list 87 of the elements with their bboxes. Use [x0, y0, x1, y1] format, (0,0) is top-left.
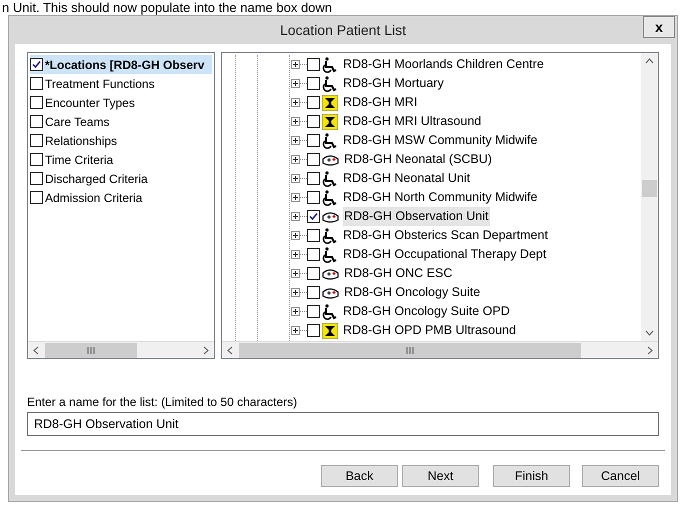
- tree-item[interactable]: RD8-GH Obsterics Scan Department: [342, 226, 549, 245]
- criteria-item[interactable]: Treatment Functions: [30, 74, 212, 93]
- tree-item[interactable]: RD8-GH Observation Unit: [343, 207, 490, 226]
- checkbox[interactable]: [307, 191, 320, 204]
- wheelchair-icon: [322, 170, 338, 186]
- expand-icon[interactable]: [291, 136, 300, 145]
- expand-icon[interactable]: [291, 307, 300, 316]
- checkbox[interactable]: [30, 191, 43, 204]
- checkbox[interactable]: [307, 96, 320, 109]
- criteria-item[interactable]: Time Criteria: [30, 150, 212, 169]
- expand-icon[interactable]: [291, 231, 300, 240]
- checkbox[interactable]: [307, 210, 320, 223]
- criteria-item[interactable]: Discharged Criteria: [30, 169, 212, 188]
- tree-item[interactable]: RD8-GH Oncology Suite OPD: [342, 302, 511, 321]
- document-text: n Unit. This should now populate into the name box down: [2, 0, 332, 15]
- expand-icon[interactable]: [291, 117, 300, 126]
- scrollbar-thumb[interactable]: [642, 180, 657, 197]
- tree-item[interactable]: RD8-GH Occupational Therapy Dept: [342, 245, 548, 264]
- dialog-button[interactable]: Back: [321, 465, 398, 487]
- checkbox[interactable]: [307, 248, 320, 261]
- expand-icon[interactable]: [291, 326, 300, 335]
- checkbox[interactable]: [30, 115, 43, 128]
- checkbox[interactable]: [307, 172, 320, 185]
- radiation-icon: [322, 322, 338, 338]
- horizontal-scrollbar[interactable]: [222, 341, 658, 358]
- tree-item[interactable]: RD8-GH Mortuary: [342, 74, 445, 93]
- expand-icon[interactable]: [291, 288, 300, 297]
- checkbox[interactable]: [307, 305, 320, 318]
- expand-icon[interactable]: [291, 98, 300, 107]
- wheelchair-icon: [322, 132, 338, 148]
- radiation-icon: [322, 94, 338, 110]
- tree-item[interactable]: RD8-GH MRI: [342, 93, 418, 112]
- checkbox[interactable]: [30, 153, 43, 166]
- expand-icon[interactable]: [291, 174, 300, 183]
- tree-item[interactable]: RD8-GH Oncology Suite: [343, 283, 482, 302]
- expand-icon[interactable]: [291, 250, 300, 259]
- checkbox[interactable]: [307, 134, 320, 147]
- expand-icon[interactable]: [291, 193, 300, 202]
- checkbox[interactable]: [307, 77, 320, 90]
- tree-item[interactable]: RD8-GH Moorlands Children Centre: [342, 55, 545, 74]
- tree-item[interactable]: RD8-GH MRI Ultrasound: [342, 112, 482, 131]
- wheelchair-icon: [322, 246, 338, 262]
- tree-item[interactable]: RD8-GH Neonatal (SCBU): [343, 150, 493, 169]
- expand-icon[interactable]: [291, 269, 300, 278]
- dialog-button[interactable]: Cancel: [582, 465, 659, 487]
- radiation-icon: [322, 114, 338, 130]
- checkbox[interactable]: [307, 324, 320, 337]
- expand-icon[interactable]: [291, 60, 300, 69]
- tree-item[interactable]: RD8-GH Neonatal Unit: [342, 169, 472, 188]
- vertical-scrollbar[interactable]: [641, 53, 658, 341]
- tree-item[interactable]: RD8-GH OPD PMB Ultrasound: [342, 321, 517, 340]
- scrollbar-thumb[interactable]: [45, 342, 137, 358]
- wheelchair-icon: [322, 76, 338, 92]
- criteria-item[interactable]: Care Teams: [30, 112, 212, 131]
- expand-icon[interactable]: [291, 155, 300, 164]
- window-title: Location Patient List: [280, 20, 406, 40]
- checkbox[interactable]: [307, 58, 320, 71]
- checkbox[interactable]: [30, 172, 43, 185]
- expand-icon[interactable]: [291, 79, 300, 88]
- scrollbar-thumb[interactable]: [239, 342, 581, 358]
- close-button[interactable]: x: [643, 16, 675, 38]
- name-field-label: Enter a name for the list: (Limited to 50 characters): [27, 394, 298, 411]
- dialog-button[interactable]: Finish: [493, 465, 570, 487]
- checkbox[interactable]: [307, 229, 320, 242]
- checkbox[interactable]: [30, 77, 43, 90]
- wheelchair-icon: [322, 228, 338, 244]
- tree-item[interactable]: RD8-GH ONC ESC: [343, 264, 454, 283]
- criteria-item[interactable]: Encounter Types: [30, 93, 212, 112]
- criteria-item[interactable]: Admission Criteria: [30, 188, 212, 207]
- expand-icon[interactable]: [291, 212, 300, 221]
- name-field[interactable]: RD8-GH Observation Unit: [27, 412, 659, 436]
- tree-item[interactable]: RD8-GH North Community Midwife: [342, 188, 538, 207]
- checkbox[interactable]: [30, 134, 43, 147]
- wheelchair-icon: [322, 304, 338, 320]
- horizontal-scrollbar[interactable]: [28, 341, 214, 358]
- tree-item[interactable]: RD8-GH MSW Community Midwife: [342, 131, 538, 150]
- checkbox[interactable]: [307, 267, 320, 280]
- wheelchair-icon: [322, 190, 338, 206]
- checkbox[interactable]: [30, 58, 43, 71]
- checkbox[interactable]: [307, 286, 320, 299]
- checkbox[interactable]: [307, 115, 320, 128]
- checkbox[interactable]: [30, 96, 43, 109]
- criteria-item[interactable]: Relationships: [30, 131, 212, 150]
- checkbox[interactable]: [307, 153, 320, 166]
- dialog-button[interactable]: Next: [402, 465, 479, 487]
- wheelchair-icon: [322, 56, 338, 72]
- criteria-item[interactable]: *Locations [RD8-GH Observ: [30, 55, 212, 74]
